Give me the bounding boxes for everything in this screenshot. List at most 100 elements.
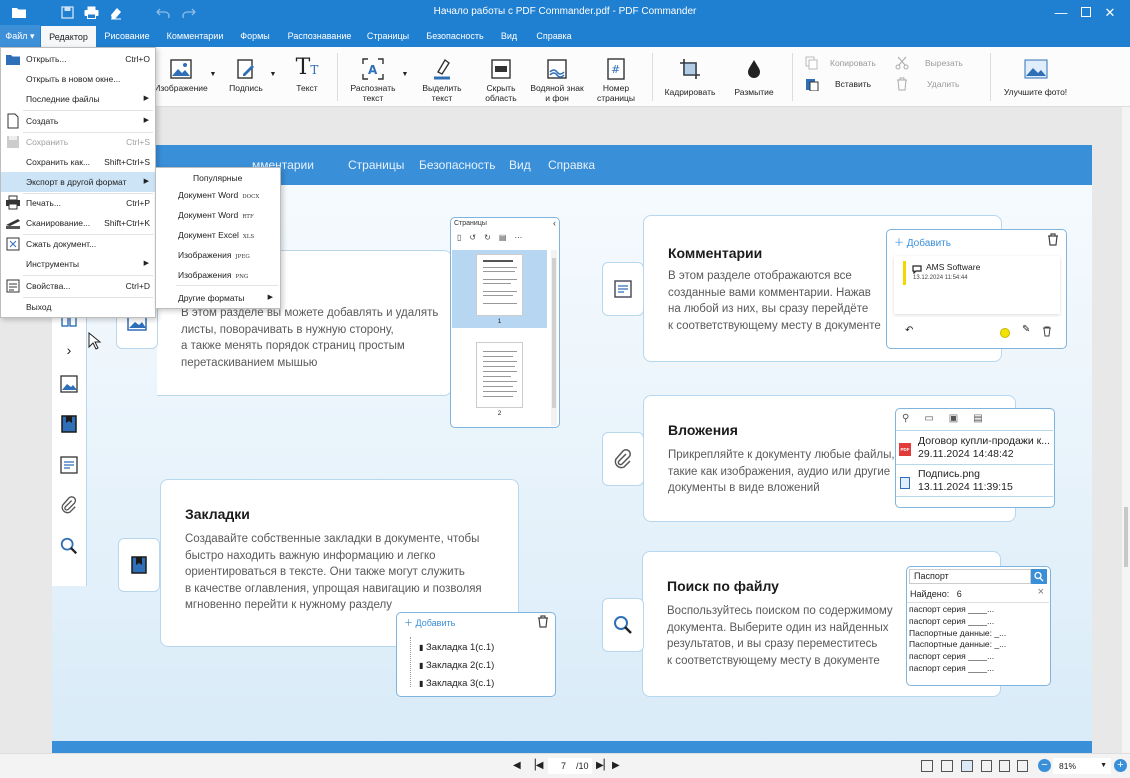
enhance-photo-button[interactable]: Улучшите фото! bbox=[998, 47, 1073, 107]
signature-dropdown-arrow[interactable]: ▼ bbox=[268, 70, 278, 80]
tab-comments[interactable]: Комментарии bbox=[160, 25, 230, 47]
signature-button[interactable]: Подпись bbox=[225, 47, 267, 107]
next-page-icon[interactable]: ▶ bbox=[612, 760, 620, 771]
delete-page-icon[interactable]: ▤ bbox=[499, 233, 507, 247]
bookmark-item[interactable]: ▮ Закладка 3(с.1) bbox=[419, 675, 494, 693]
bookmark-item[interactable]: ▮ Закладка 1(с.1) bbox=[419, 639, 494, 657]
maximize-button[interactable] bbox=[1077, 4, 1095, 21]
first-page-icon[interactable]: ▕◀ bbox=[528, 760, 543, 771]
text-button[interactable]: TT Текст bbox=[287, 47, 327, 107]
image-icon[interactable] bbox=[57, 372, 81, 396]
add-page-icon[interactable]: ▯ bbox=[457, 233, 461, 247]
more-icon[interactable]: ⋯ bbox=[514, 233, 522, 247]
tab-help[interactable]: Справка bbox=[530, 25, 578, 47]
search-result[interactable]: Паспортные данные: _... bbox=[909, 628, 1006, 640]
blur-button[interactable]: Размытие bbox=[728, 47, 780, 107]
highlight-text-button[interactable]: Выделить текст bbox=[418, 47, 466, 107]
prev-page-icon[interactable]: ◀ bbox=[513, 760, 521, 771]
save-icon[interactable]: ▣ bbox=[949, 413, 958, 424]
tab-file[interactable]: Файл ▾ bbox=[0, 25, 40, 47]
menu-item-create[interactable]: Создать ▶ bbox=[1, 111, 155, 131]
comment-note-icon[interactable] bbox=[57, 453, 81, 477]
minimize-button[interactable]: — bbox=[1052, 4, 1070, 21]
export-word-docx[interactable]: Документ Word DOCX bbox=[156, 185, 280, 205]
add-bookmark-button[interactable]: ＋ Добавить bbox=[404, 616, 455, 629]
panel-close-icon[interactable]: ‹ bbox=[553, 218, 556, 228]
recognize-dropdown-arrow[interactable]: ▼ bbox=[400, 70, 410, 80]
rotate-left-icon[interactable]: ↺ bbox=[469, 233, 476, 247]
expand-chevron-icon[interactable]: › bbox=[57, 338, 81, 362]
menu-item-recent-files[interactable]: Последние файлы ▶ bbox=[1, 89, 155, 109]
reply-icon[interactable]: ↶ bbox=[905, 325, 913, 336]
crop-button[interactable]: Кадрировать bbox=[660, 47, 720, 107]
attach-paperclip-icon[interactable]: ⚲ bbox=[902, 413, 909, 424]
tab-view[interactable]: Вид bbox=[495, 25, 523, 47]
menu-item-scan[interactable]: Сканирование... Shift+Ctrl+K bbox=[1, 213, 155, 233]
export-images-jpeg[interactable]: Изображения JPEG bbox=[156, 245, 280, 265]
tab-forms[interactable]: Формы bbox=[234, 25, 276, 47]
search-result[interactable]: Паспортные данные: _... bbox=[909, 639, 1006, 651]
folder-open-icon[interactable]: ▭ bbox=[924, 413, 933, 424]
single-page-view-icon[interactable] bbox=[921, 760, 933, 772]
menu-item-properties[interactable]: Свойства... Ctrl+D bbox=[1, 276, 155, 296]
menu-item-export[interactable]: Экспорт в другой формат ▶ bbox=[1, 172, 155, 192]
add-comment-button[interactable]: ＋ Добавить bbox=[894, 234, 951, 249]
edit-pencil-icon[interactable]: ✎ bbox=[1022, 324, 1030, 335]
fit-page-icon[interactable] bbox=[981, 760, 992, 772]
watermark-button[interactable]: Водяной знак и фон bbox=[528, 47, 586, 107]
tab-security[interactable]: Безопасность bbox=[420, 25, 490, 47]
paperclip-icon[interactable] bbox=[57, 493, 81, 517]
menu-item-open-new-window[interactable]: Открыть в новом окне... bbox=[1, 69, 155, 89]
attachment-item[interactable]: PDF Договор купли-продажи к... 29.11.202… bbox=[896, 432, 1053, 463]
export-other-formats[interactable]: Другие форматы ▶ bbox=[156, 288, 280, 308]
bookmark-item[interactable]: ▮ Закладка 2(с.1) bbox=[419, 657, 494, 675]
trash-icon[interactable] bbox=[1047, 233, 1059, 249]
recognize-text-button[interactable]: A Распознать текст bbox=[345, 47, 401, 107]
close-button[interactable]: ✕ bbox=[1101, 4, 1119, 21]
trash-icon[interactable] bbox=[537, 615, 549, 631]
paste-button[interactable]: Вставить bbox=[803, 76, 871, 92]
page-thumb-1[interactable]: 1 bbox=[452, 250, 547, 328]
thumb-scrollbar[interactable] bbox=[551, 250, 557, 426]
search-result[interactable]: паспорт серия ____... bbox=[909, 616, 1006, 628]
search-input[interactable]: Паспорт bbox=[909, 569, 1031, 584]
zoom-in-button[interactable]: + bbox=[1114, 759, 1127, 772]
zoom-out-button[interactable]: − bbox=[1038, 759, 1051, 772]
menu-item-open[interactable]: Открыть... Ctrl+O bbox=[1, 49, 155, 69]
trash-icon[interactable] bbox=[1042, 326, 1052, 340]
clear-search-icon[interactable]: × bbox=[1038, 586, 1044, 598]
image-button[interactable]: Изображение bbox=[153, 47, 209, 107]
export-excel-xls[interactable]: Документ Excel XLS bbox=[156, 225, 280, 245]
copy-button[interactable]: Копировать bbox=[803, 55, 876, 71]
actual-size-icon[interactable] bbox=[1017, 760, 1028, 772]
menu-item-save-as[interactable]: Сохранить как... Shift+Ctrl+S bbox=[1, 152, 155, 172]
last-page-icon[interactable]: ▶▏ bbox=[596, 760, 611, 771]
zoom-select[interactable]: 81% ▼ bbox=[1053, 758, 1111, 774]
scroll-view-icon[interactable] bbox=[961, 760, 973, 772]
trash-icon[interactable]: ▤ bbox=[973, 413, 982, 424]
page-number-button[interactable]: # Номер страницы bbox=[590, 47, 642, 107]
menu-item-exit[interactable]: Выход bbox=[1, 297, 155, 317]
comment-item[interactable]: AMS Software 13.12.2024 11:54:44 bbox=[894, 256, 1060, 314]
rotate-right-icon[interactable]: ↻ bbox=[484, 233, 491, 247]
color-picker[interactable] bbox=[1000, 328, 1010, 338]
image-dropdown-arrow[interactable]: ▼ bbox=[208, 70, 218, 80]
hide-area-button[interactable]: Скрыть область bbox=[476, 47, 526, 107]
menu-item-save[interactable]: Сохранить Ctrl+S bbox=[1, 132, 155, 152]
two-page-view-icon[interactable] bbox=[941, 760, 953, 772]
tab-editor[interactable]: Редактор bbox=[41, 26, 96, 47]
fit-width-icon[interactable] bbox=[999, 760, 1010, 772]
document-scrollbar[interactable] bbox=[1122, 107, 1130, 753]
tab-recognition[interactable]: Распознавание bbox=[282, 25, 357, 47]
export-word-rtf[interactable]: Документ Word RTF bbox=[156, 205, 280, 225]
tab-pages[interactable]: Страницы bbox=[362, 25, 414, 47]
menu-item-compress[interactable]: Сжать документ... bbox=[1, 234, 155, 254]
page-thumb-2[interactable]: 2 bbox=[452, 338, 547, 423]
search-result[interactable]: паспорт серия ____... bbox=[909, 604, 1006, 616]
delete-button[interactable]: Удалить bbox=[893, 76, 959, 92]
search-result[interactable]: паспорт серия ____... bbox=[909, 651, 1006, 663]
attachment-item[interactable]: Подпись.png 13.11.2024 11:39:15 bbox=[896, 465, 1053, 496]
cut-button[interactable]: Вырезать bbox=[893, 55, 963, 71]
menu-item-tools[interactable]: Инструменты ▶ bbox=[1, 254, 155, 274]
export-images-png[interactable]: Изображения PNG bbox=[156, 265, 280, 285]
